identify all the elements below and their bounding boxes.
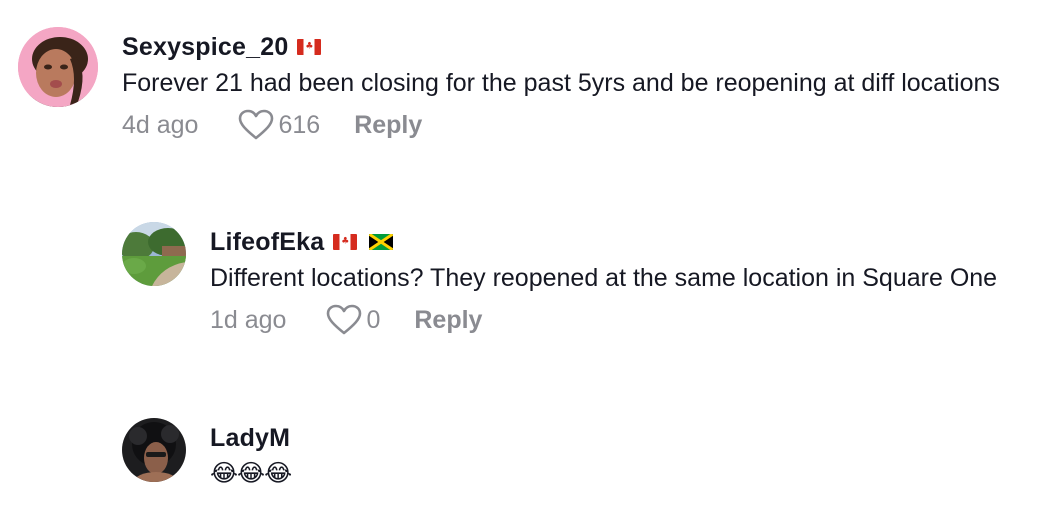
comment-text: Forever 21 had been closing for the past… — [122, 69, 1000, 97]
reply-button[interactable]: Reply — [414, 306, 482, 335]
comment-content: Sexyspice_20 ♣ Forever 21 had been closi… — [122, 29, 1042, 145]
jamaica-flag-icon — [369, 234, 394, 250]
username[interactable]: LadyM — [210, 424, 290, 453]
canada-flag-icon: ♣ — [333, 234, 358, 250]
like-count: 616 — [278, 110, 321, 139]
comment-item: LadyM 😂😂😂 — [122, 418, 292, 490]
reply-button[interactable]: Reply — [354, 111, 422, 140]
username-row: Sexyspice_20 ♣ — [122, 29, 1042, 65]
avatar[interactable] — [122, 418, 186, 482]
like-count: 0 — [366, 305, 381, 334]
comment-text: 😂😂😂 — [210, 459, 292, 487]
comment-time: 1d ago — [210, 305, 287, 334]
comment-meta: 4d ago 616 Reply — [122, 105, 1042, 145]
canada-flag-icon: ♣ — [297, 39, 322, 55]
avatar[interactable] — [18, 27, 98, 107]
like-button[interactable]: 0 — [326, 304, 380, 336]
comment-item: Sexyspice_20 ♣ Forever 21 had been closi… — [18, 27, 1042, 145]
username-row: LifeofEka ♣ — [210, 224, 1010, 260]
heart-outline-icon[interactable] — [238, 109, 274, 141]
comment-text: Different locations? They reopened at th… — [210, 264, 998, 292]
comment-meta: 1d ago 0 Reply — [210, 300, 1010, 340]
username[interactable]: LifeofEka — [210, 228, 324, 257]
comment-content: LadyM 😂😂😂 — [210, 420, 292, 490]
avatar[interactable] — [122, 222, 186, 286]
username-row: LadyM — [210, 420, 291, 456]
username[interactable]: Sexyspice_20 — [122, 33, 288, 62]
comment-item: LifeofEka ♣ Different locations? They re… — [122, 222, 1010, 340]
comment-time: 4d ago — [122, 110, 199, 139]
like-button[interactable]: 616 — [238, 109, 320, 141]
heart-outline-icon[interactable] — [326, 304, 362, 336]
comment-content: LifeofEka ♣ Different locations? They re… — [210, 224, 1010, 340]
